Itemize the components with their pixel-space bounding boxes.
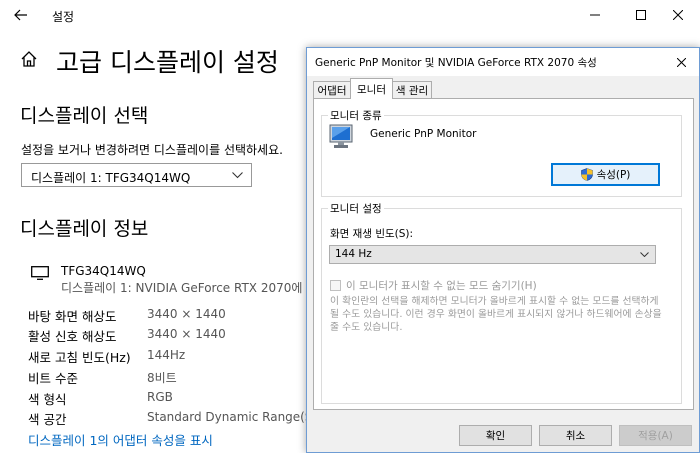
- monitor-properties-button[interactable]: 속성(P): [551, 163, 660, 186]
- select-display-heading: 디스플레이 선택: [20, 105, 149, 127]
- monitor-type-name: Generic PnP Monitor: [370, 128, 477, 140]
- info-row-label: 색 형식: [28, 392, 67, 407]
- info-row-label: 새로 고침 빈도(Hz): [28, 350, 131, 365]
- monitor-icon: [31, 266, 49, 280]
- info-row-label: 바탕 화면 해상도: [28, 309, 117, 324]
- shield-icon: [580, 168, 593, 181]
- dialog-titlebar: Generic PnP Monitor 및 NVIDIA GeForce RTX…: [307, 48, 699, 76]
- tab-adapter[interactable]: 어댑터: [313, 81, 351, 99]
- monitor-type-group-label: 모니터 종류: [328, 108, 384, 123]
- ok-button[interactable]: 확인: [459, 425, 532, 446]
- hide-modes-warning: 이 확인란의 선택을 해제하면 모니터가 올바르게 표시할 수 없는 모드를 선…: [330, 296, 662, 333]
- display-info-heading: 디스플레이 정보: [20, 218, 149, 240]
- minimize-button[interactable]: [572, 0, 618, 30]
- home-icon[interactable]: [20, 50, 38, 72]
- refresh-rate-label: 화면 재생 빈도(S):: [330, 228, 414, 240]
- maximize-icon: [636, 10, 646, 20]
- monitor-settings-group-label: 모니터 설정: [328, 201, 384, 216]
- info-row-value: RGB: [147, 390, 173, 404]
- hide-modes-label: 이 모니터가 표시할 수 없는 모드 숨기기(H): [346, 280, 537, 292]
- monitor-icon: [329, 124, 353, 148]
- window-title: 설정: [52, 10, 75, 24]
- info-row-value: 8비트: [147, 371, 177, 385]
- monitor-properties-button-label: 속성(P): [596, 169, 631, 181]
- hide-modes-checkbox[interactable]: [330, 280, 341, 291]
- close-icon: [676, 57, 686, 67]
- refresh-rate-select[interactable]: 144 Hz: [329, 245, 656, 264]
- cancel-button[interactable]: 취소: [539, 425, 612, 446]
- display-select[interactable]: 디스플레이 1: TFG34Q14WQ: [21, 163, 252, 187]
- adapter-properties-link[interactable]: 디스플레이 1의 어댑터 속성을 표시: [28, 430, 213, 449]
- info-monitor-connection: 디스플레이 1: NVIDIA GeForce RTX 2070에 연결됨: [61, 281, 340, 295]
- dialog-title: Generic PnP Monitor 및 NVIDIA GeForce RTX…: [315, 57, 597, 69]
- apply-button[interactable]: 적용(A): [619, 425, 692, 446]
- close-button[interactable]: [656, 0, 700, 30]
- monitor-type-group: 모니터 종류 Generic PnP Monitor 속성(P): [321, 108, 682, 197]
- tab-monitor[interactable]: 모니터: [350, 78, 393, 99]
- minimize-icon: [590, 14, 600, 16]
- dialog-close-button[interactable]: [663, 48, 699, 76]
- page-title: 고급 디스플레이 설정: [56, 48, 279, 77]
- refresh-rate-value: 144 Hz: [335, 248, 372, 260]
- select-display-description: 설정을 보거나 변경하려면 디스플레이를 선택하세요.: [21, 143, 283, 157]
- monitor-properties-dialog: Generic PnP Monitor 및 NVIDIA GeForce RTX…: [306, 47, 700, 453]
- info-row-value: 3440 × 1440: [147, 307, 226, 321]
- monitor-tab-panel: 모니터 종류 Generic PnP Monitor 속성(P) 모니터 설정: [313, 98, 694, 410]
- info-row-value: 144Hz: [147, 348, 186, 362]
- info-row-label: 색 공간: [28, 412, 67, 427]
- info-row-label: 활성 신호 해상도: [28, 329, 117, 344]
- back-arrow-icon: [14, 9, 27, 21]
- back-button[interactable]: [6, 3, 36, 27]
- chevron-down-icon: [232, 172, 243, 179]
- display-select-value: 디스플레이 1: TFG34Q14WQ: [31, 171, 191, 185]
- info-monitor-name: TFG34Q14WQ: [61, 264, 146, 278]
- chevron-down-icon: [640, 252, 649, 257]
- close-icon: [673, 10, 683, 20]
- monitor-settings-group: 모니터 설정 화면 재생 빈도(S): 144 Hz 이 모니터가 표시할 수 …: [321, 201, 682, 404]
- info-row-label: 비트 수준: [28, 371, 78, 386]
- tab-color-management[interactable]: 색 관리: [392, 81, 432, 99]
- info-row-value: 3440 × 1440: [147, 327, 226, 341]
